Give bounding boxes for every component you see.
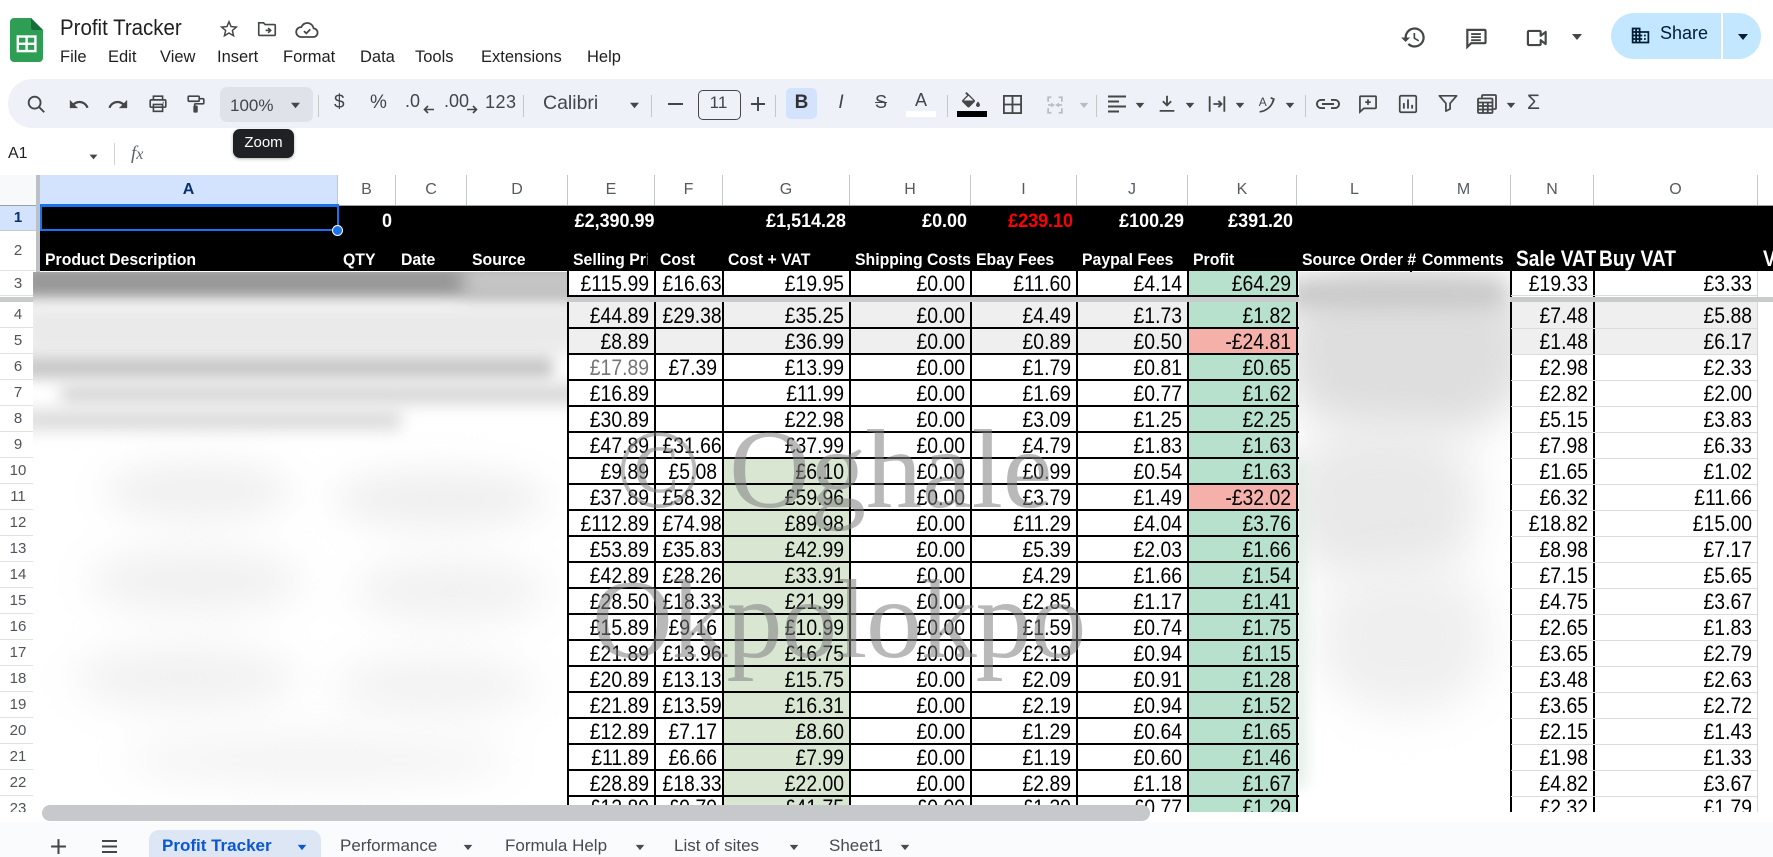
svg-text:A: A xyxy=(1259,95,1267,109)
